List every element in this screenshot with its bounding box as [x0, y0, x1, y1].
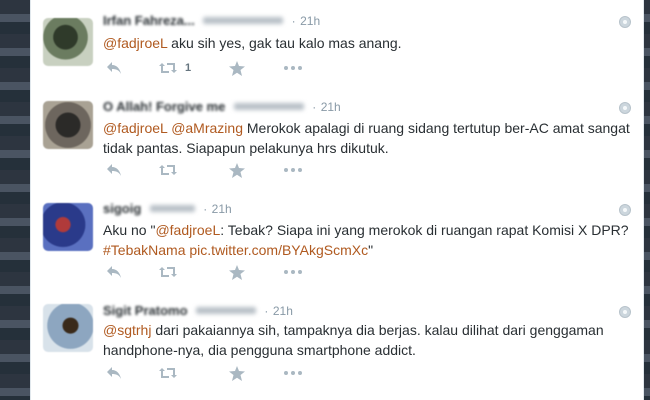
star-icon[interactable] — [229, 163, 245, 181]
mention-link[interactable]: @fadjroeL — [103, 35, 167, 51]
mention-link[interactable]: @fadjroeL — [103, 120, 167, 136]
tweet-text-fragment: : Tebak? Siapa ini yang merokok di ruang… — [220, 222, 629, 238]
tweet-text-fragment: dari pakaiannya sih, tampaknya dia berja… — [103, 322, 604, 358]
more-icon[interactable] — [283, 163, 303, 181]
more-icon[interactable] — [283, 366, 303, 384]
tweet-header: Irfan Fahreza... · 21h — [103, 13, 321, 29]
star-icon[interactable] — [229, 265, 245, 283]
author-username[interactable] — [233, 103, 304, 111]
author-username[interactable] — [203, 17, 284, 25]
tweet-actions: 1 — [103, 61, 403, 79]
tweet-actions — [103, 366, 403, 384]
retweet-icon[interactable] — [158, 366, 178, 384]
tweet-text: @fadjroeL aku sih yes, gak tau kalo mas … — [103, 33, 631, 53]
author-fullname[interactable]: Irfan Fahreza... — [103, 13, 195, 28]
author-username[interactable] — [149, 205, 195, 213]
tweet-actions — [103, 265, 403, 283]
tweet-timestamp[interactable]: 21h — [300, 14, 320, 28]
mention-link[interactable]: @aMrazing — [171, 120, 243, 136]
retweet-icon[interactable] — [158, 61, 178, 79]
retweet-count: 1 — [185, 62, 192, 74]
avatar[interactable] — [43, 101, 93, 149]
dropdown-caret-icon[interactable] — [619, 204, 631, 216]
tweet-timestamp[interactable]: 21h — [212, 202, 232, 216]
tweet-text: @fadjroeL @aMrazing Merokok apalagi di r… — [103, 118, 631, 158]
tweet-header: Sigit Pratomo · 21h — [103, 303, 293, 319]
retweet-icon[interactable] — [158, 163, 178, 181]
tweet-text-fragment: aku sih yes, gak tau kalo mas anang. — [167, 35, 402, 51]
author-fullname[interactable]: sigoig — [103, 201, 141, 216]
tweet-header: sigoig · 21h — [103, 201, 232, 217]
tweet-item[interactable]: O Allah! Forgive me · 21h @fadjroeL @aMr… — [31, 88, 643, 193]
mention-link[interactable]: @sgtrhj — [103, 322, 151, 338]
tweet-header: O Allah! Forgive me · 21h — [103, 99, 341, 115]
tweet-timestamp[interactable]: 21h — [273, 304, 293, 318]
more-icon[interactable] — [283, 265, 303, 283]
author-fullname[interactable]: Sigit Pratomo — [103, 303, 188, 318]
author-fullname[interactable]: O Allah! Forgive me — [103, 99, 225, 114]
reply-icon[interactable] — [106, 366, 122, 384]
reply-icon[interactable] — [106, 61, 122, 79]
dropdown-caret-icon[interactable] — [619, 16, 631, 28]
tweet-text-fragment: " — [368, 242, 374, 258]
reply-icon[interactable] — [106, 163, 122, 181]
avatar[interactable] — [43, 18, 93, 66]
tweet-item[interactable]: Irfan Fahreza... · 21h @fadjroeL aku sih… — [31, 0, 643, 89]
reply-icon[interactable] — [106, 265, 122, 283]
tweet-text-fragment: Aku no " — [103, 222, 156, 238]
author-username[interactable] — [195, 307, 256, 315]
tweet-text: Aku no "@fadjroeL: Tebak? Siapa ini yang… — [103, 220, 631, 260]
tweet-actions — [103, 163, 403, 181]
tweet-item[interactable]: Sigit Pratomo · 21h @sgtrhj dari pakaian… — [31, 292, 643, 400]
tweet-text: @sgtrhj dari pakaiannya sih, tampaknya d… — [103, 320, 631, 360]
more-icon[interactable] — [283, 61, 303, 79]
tweet-timeline: Irfan Fahreza... · 21h @fadjroeL aku sih… — [30, 0, 644, 400]
hashtag-link[interactable]: #TebakNama — [103, 242, 186, 258]
background-left — [0, 0, 32, 400]
avatar[interactable] — [43, 304, 93, 352]
dropdown-caret-icon[interactable] — [619, 102, 631, 114]
tweet-timestamp[interactable]: 21h — [321, 100, 341, 114]
tweet-item[interactable]: sigoig · 21h Aku no "@fadjroeL: Tebak? S… — [31, 192, 643, 293]
star-icon[interactable] — [229, 366, 245, 384]
star-icon[interactable] — [229, 61, 245, 79]
url-link[interactable]: pic.twitter.com/BYAkgScmXc — [189, 242, 368, 258]
avatar[interactable] — [43, 203, 93, 251]
mention-link[interactable]: @fadjroeL — [155, 222, 220, 238]
dropdown-caret-icon[interactable] — [619, 306, 631, 318]
retweet-icon[interactable] — [158, 265, 178, 283]
